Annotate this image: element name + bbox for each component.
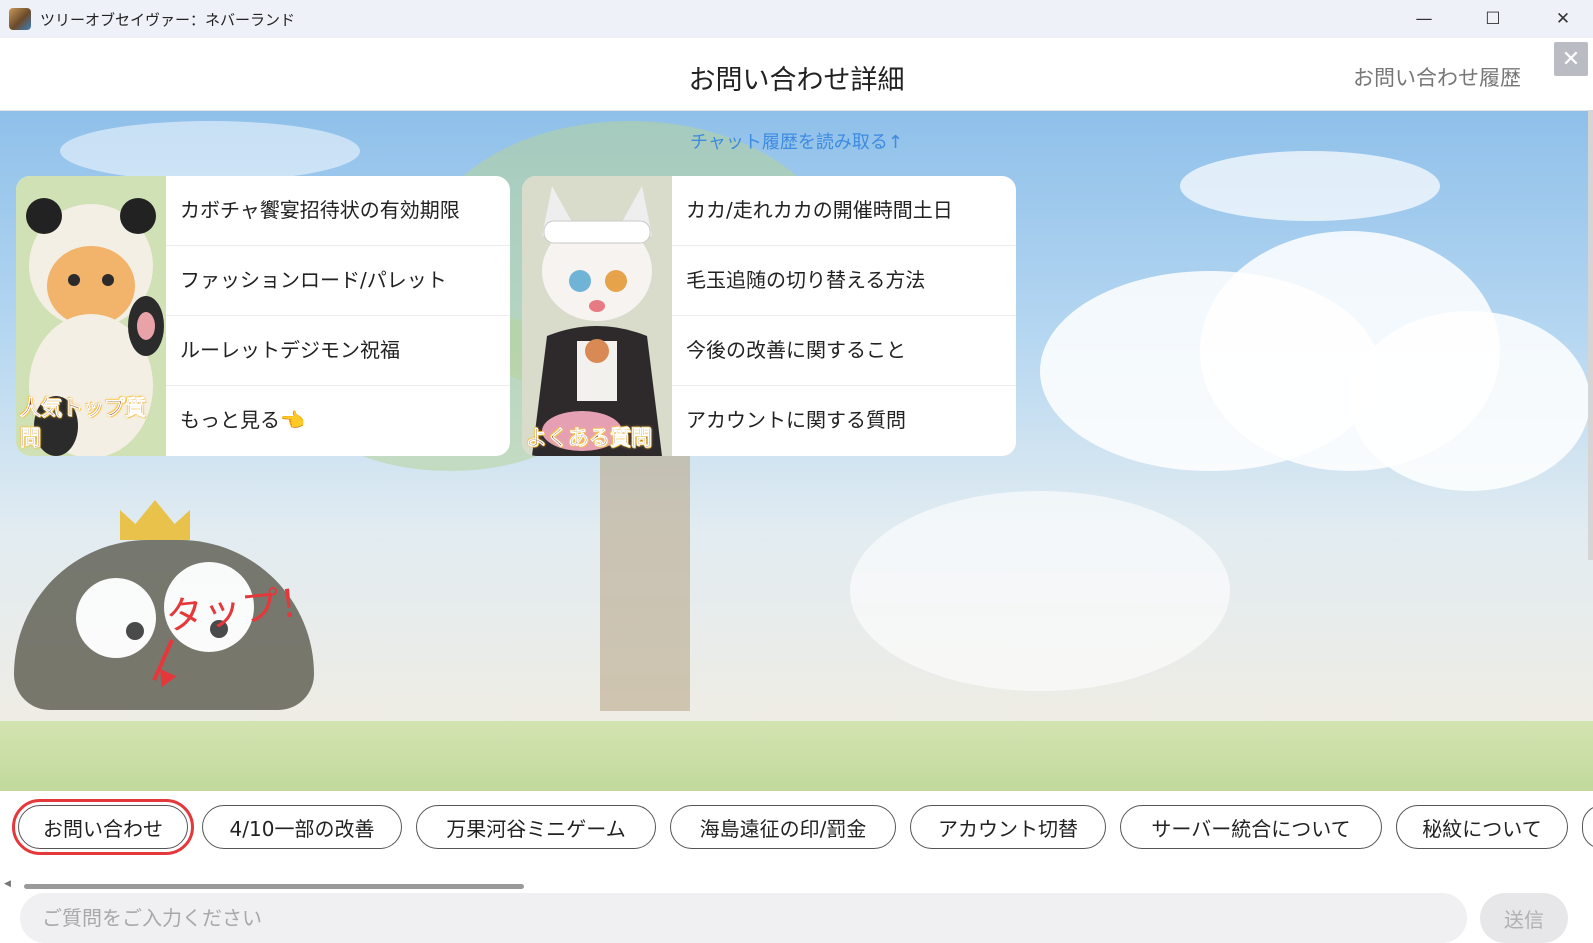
panda-cat-illustration: 人気トップ質問	[16, 176, 166, 456]
minimize-button[interactable]: —	[1401, 0, 1447, 38]
question-item[interactable]: ルーレットデジモン祝福	[166, 316, 510, 386]
horizontal-scrollbar[interactable]	[24, 884, 524, 889]
send-button[interactable]: 送信	[1480, 893, 1568, 943]
scroll-left-icon[interactable]: ◀	[4, 879, 11, 889]
close-icon[interactable]: ✕	[1554, 42, 1588, 76]
faq-list: カカ/走れカカの開催時間土日 毛玉追随の切り替える方法 今後の改善に関すること …	[672, 176, 1016, 456]
faq-label: よくある質問	[526, 426, 653, 451]
chat-history-link[interactable]: チャット履歴を読み取る↑	[0, 128, 1593, 154]
question-item[interactable]: アカウントに関する質問	[672, 386, 1016, 455]
white-cat-maid-illustration: よくある質問	[522, 176, 672, 456]
popular-questions-label: 人気トップ質問	[20, 396, 147, 451]
question-item[interactable]: カカ/走れカカの開催時間土日	[672, 176, 1016, 246]
window-title: ツリーオブセイヴァー：ネバーランド	[40, 10, 296, 29]
chip-server-merge[interactable]: サーバー統合について	[1120, 805, 1382, 849]
chip-island-expedition[interactable]: 海島遠征の印/罰金	[670, 805, 896, 849]
close-window-button[interactable]: ✕	[1540, 0, 1586, 38]
maximize-button[interactable]: ☐	[1470, 0, 1516, 38]
question-item[interactable]: カボチャ饗宴招待状の有効期限	[166, 176, 510, 246]
chip-secret-pattern[interactable]: 秘紋について	[1396, 805, 1568, 849]
chip-account-switch[interactable]: アカウント切替	[910, 805, 1106, 849]
cloud	[1350, 311, 1590, 491]
question-item[interactable]: ファッションロード/パレット	[166, 246, 510, 316]
popular-questions-card: 人気トップ質問 カボチャ饗宴招待状の有効期限 ファッションロード/パレット ルー…	[16, 176, 510, 456]
mascot-eye	[76, 578, 156, 658]
ground	[0, 721, 1593, 791]
pointing-hand-icon: 👈	[280, 408, 305, 432]
faq-card: よくある質問 カカ/走れカカの開催時間土日 毛玉追随の切り替える方法 今後の改善…	[522, 176, 1016, 456]
question-item[interactable]: 毛玉追随の切り替える方法	[672, 246, 1016, 316]
cloud	[850, 491, 1230, 691]
chip-improvement[interactable]: 4/10一部の改善	[202, 805, 402, 849]
chip-inquiry[interactable]: お問い合わせ	[12, 799, 194, 855]
vertical-scrollbar[interactable]	[1588, 110, 1593, 560]
app-icon	[9, 8, 31, 30]
mascot-pupil	[126, 622, 144, 640]
inquiry-history-link[interactable]: お問い合わせ履歴	[1353, 62, 1521, 92]
see-more-link[interactable]: もっと見る👈	[166, 386, 510, 455]
question-item[interactable]: 今後の改善に関すること	[672, 316, 1016, 386]
page-header: お問い合わせ詳細 お問い合わせ履歴	[0, 38, 1593, 111]
see-more-label: もっと見る	[180, 408, 280, 432]
popular-questions-list: カボチャ饗宴招待状の有効期限 ファッションロード/パレット ルーレットデジモン祝…	[166, 176, 510, 456]
window-titlebar: ツリーオブセイヴァー：ネバーランド — ☐ ✕	[0, 0, 1593, 38]
chip-partial[interactable]	[1582, 805, 1593, 849]
quick-topic-bar: お問い合わせ 4/10一部の改善 万果河谷ミニゲーム 海島遠征の印/罰金 アカウ…	[0, 791, 1593, 887]
question-input[interactable]	[20, 893, 1467, 943]
chip-minigame[interactable]: 万果河谷ミニゲーム	[416, 805, 656, 849]
cloud	[1180, 151, 1440, 221]
